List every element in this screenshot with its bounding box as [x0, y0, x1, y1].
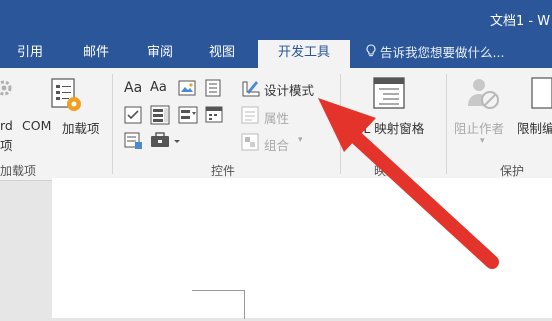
document-area [0, 178, 552, 321]
group-label-controls: 控件 [211, 164, 236, 178]
rich-text-control-button[interactable]: Aa [124, 80, 142, 96]
group-dropdown-icon: ▾ [298, 135, 303, 145]
tab-review[interactable]: 审阅 [138, 40, 182, 68]
group-label-mapping: 映射 [374, 164, 399, 178]
tab-developer[interactable]: 开发工具 [258, 40, 350, 68]
macro-gear-icon[interactable] [0, 78, 14, 106]
margin-corner-mark [192, 290, 245, 319]
tab-view[interactable]: 视图 [200, 40, 244, 68]
xml-mapping-pane-icon[interactable] [372, 76, 408, 116]
restrict-editing-icon[interactable] [528, 76, 552, 116]
dropdown-list-control-icon[interactable] [178, 106, 198, 128]
ribbon-panel: rd 项 加载项 COM 加载项 Aa Aa 设计模式 属性 组合 ▾ 控件 X… [0, 68, 552, 181]
group-separator [340, 74, 341, 174]
design-mode-button[interactable]: 设计模式 [264, 80, 314, 99]
plain-text-control-button[interactable]: Aa [150, 80, 167, 95]
tab-mailings[interactable]: 邮件 [74, 40, 118, 68]
lightbulb-icon [366, 40, 376, 66]
code-partial-label-2: 项 [0, 138, 13, 153]
tell-me-text: 告诉我您想要做什么... [380, 45, 505, 60]
block-authors-icon [465, 76, 501, 116]
ribbon-tab-bar: 引用 邮件 审阅 视图 开发工具 告诉我您想要做什么... [0, 40, 552, 68]
document-page[interactable] [52, 178, 552, 319]
checkbox-control-icon[interactable] [124, 106, 142, 128]
block-authors-dropdown-icon: ▾ [480, 136, 485, 146]
group-button: 组合 [264, 138, 290, 153]
document-title: 文档1 - W [490, 14, 551, 29]
tab-references[interactable]: 引用 [8, 40, 52, 68]
properties-button: 属性 [264, 111, 290, 126]
building-block-icon[interactable] [205, 79, 221, 101]
picture-control-icon[interactable] [178, 80, 196, 100]
title-bar: 文档1 - W [0, 0, 552, 40]
design-mode-icon[interactable] [241, 78, 261, 102]
group-separator [112, 74, 113, 174]
repeating-section-control-icon[interactable] [124, 132, 144, 154]
addins-icon[interactable] [46, 76, 88, 120]
xml-mapping-pane-button[interactable]: XML 映射窗格 [344, 118, 424, 137]
date-picker-control-icon[interactable] [205, 105, 223, 127]
group-icon [241, 133, 259, 155]
addins-label[interactable]: 加载项 [62, 118, 100, 137]
tell-me-search[interactable]: 告诉我您想要做什么... [366, 40, 504, 68]
group-label-addins: 加载项 [0, 164, 37, 178]
restrict-editing-button[interactable]: 限制编辑 [517, 118, 552, 137]
legacy-tools-icon[interactable] [150, 132, 182, 152]
block-authors-button: 阻止作者 [454, 121, 505, 136]
properties-icon [241, 106, 259, 128]
combo-box-control-icon[interactable] [150, 105, 170, 129]
com-addins-label[interactable]: COM [22, 118, 51, 133]
code-partial-label: rd [0, 118, 13, 133]
group-label-protect: 保护 [500, 164, 525, 178]
group-separator [446, 74, 447, 174]
